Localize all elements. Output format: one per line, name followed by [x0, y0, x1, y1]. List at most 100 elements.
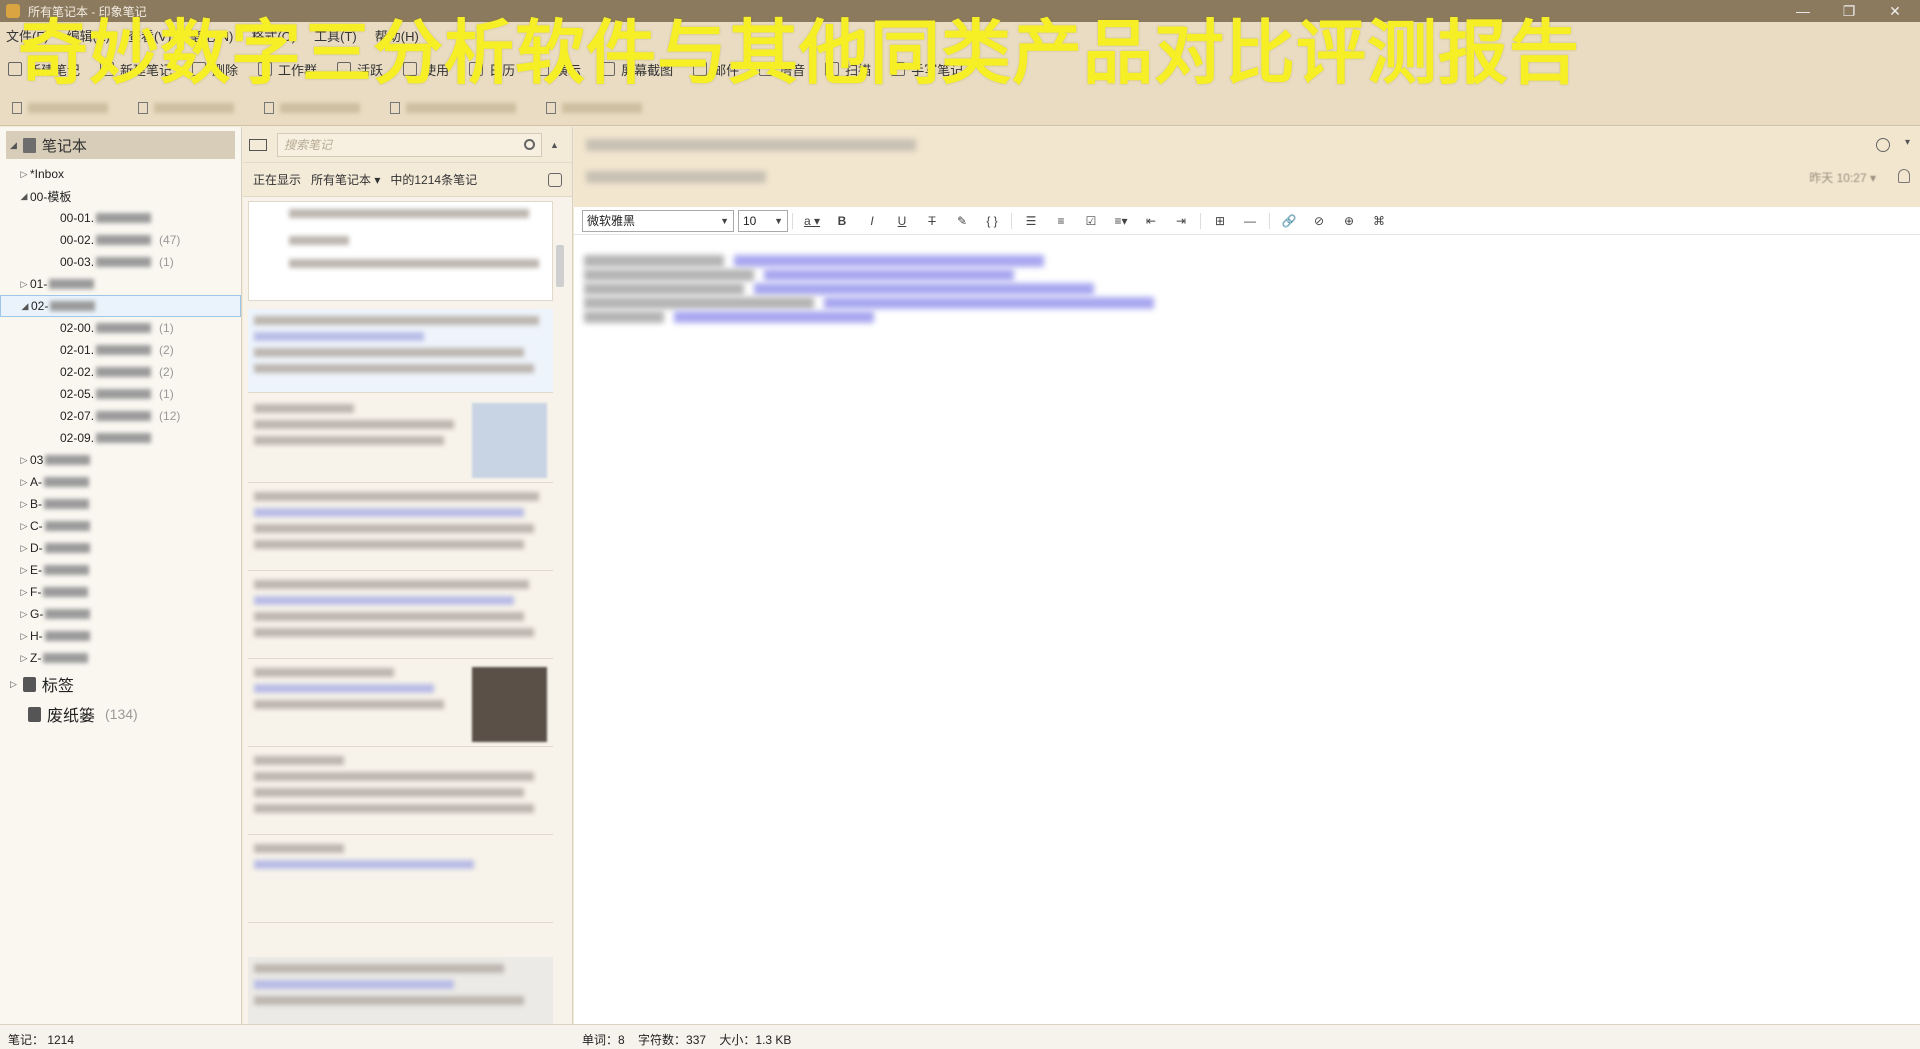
content-line-redacted [584, 255, 1910, 267]
collapse-arrow-icon[interactable]: ◢ [18, 191, 30, 202]
note-card[interactable] [248, 309, 553, 393]
note-tags-redacted[interactable] [586, 171, 766, 183]
collapse-arrow-icon[interactable]: ◢ [19, 301, 31, 312]
note-timestamp[interactable]: 昨天 10:27 ▾ [1809, 169, 1876, 186]
sidebar-notebook-item[interactable]: 02-05. (1) [0, 383, 241, 405]
expand-arrow-icon[interactable]: ▷ [18, 653, 30, 664]
sidebar-notebook-item[interactable]: ▷ C- [0, 515, 241, 537]
note-text-redacted [254, 996, 524, 1005]
sidebar-notebook-item[interactable]: ▷ F- [0, 581, 241, 603]
sidebar-notebook-item[interactable]: ▷ G- [0, 603, 241, 625]
search-input[interactable]: 搜索笔记 [277, 132, 542, 157]
sidebar-notebook-item[interactable]: 02-09. [0, 427, 241, 449]
notes-count-status: 笔记： 1214 [8, 1033, 75, 1047]
search-icon[interactable] [524, 139, 535, 150]
link-icon[interactable]: 🔗 [1274, 214, 1304, 228]
shortcut-item[interactable] [138, 101, 234, 114]
sidebar-notebook-item[interactable]: 02-00. (1) [0, 317, 241, 339]
expand-arrow-icon[interactable]: ▷ [18, 543, 30, 554]
sidebar-notebook-item[interactable]: ▷ A- [0, 471, 241, 493]
sidebar-notebook-item[interactable]: 02-07. (12) [0, 405, 241, 427]
view-mode-icon[interactable] [249, 138, 267, 151]
checkbox-icon[interactable]: ☑ [1076, 214, 1106, 228]
expand-arrow-icon[interactable]: ▷ [18, 279, 30, 290]
italic-icon[interactable]: I [857, 214, 887, 228]
sidebar-notebook-item[interactable]: 02-01. (2) [0, 339, 241, 361]
note-title-redacted [254, 964, 504, 973]
expand-arrow-icon[interactable]: ▷ [18, 609, 30, 620]
expand-arrow-icon[interactable]: ▷ [18, 455, 30, 466]
sidebar-notebook-label: Z- [30, 651, 42, 665]
unlink-icon[interactable]: ⊘ [1304, 214, 1334, 228]
sidebar-notebook-item[interactable]: ▷ *Inbox [0, 163, 241, 185]
collapse-list-icon[interactable]: ▲ [550, 140, 559, 150]
sidebar-notebook-item[interactable]: ▷ D- [0, 537, 241, 559]
tags-section[interactable]: ▷ 标签 [0, 669, 241, 699]
bold-icon[interactable]: B [827, 214, 857, 228]
collapse-arrow-icon[interactable]: ◢ [10, 140, 17, 151]
expand-arrow-icon[interactable]: ▷ [18, 477, 30, 488]
expand-arrow-icon[interactable]: ▷ [10, 679, 17, 690]
font-size-select[interactable]: 10 ▼ [738, 209, 788, 232]
horizontal-rule-icon[interactable]: — [1235, 214, 1265, 228]
shortcut-key-icon[interactable]: ⌘ [1364, 214, 1394, 228]
indent-icon[interactable]: ⇥ [1166, 214, 1196, 228]
highlight-icon[interactable]: ✎ [947, 214, 977, 228]
note-card[interactable] [248, 837, 553, 923]
note-card[interactable] [248, 397, 553, 483]
encrypt-icon[interactable]: ⊕ [1334, 214, 1364, 228]
outdent-icon[interactable]: ⇤ [1136, 214, 1166, 228]
expand-arrow-icon[interactable]: ▷ [18, 521, 30, 532]
sidebar-notebook-item[interactable]: ▷ B- [0, 493, 241, 515]
content-line-redacted [584, 297, 1910, 309]
sidebar-notebook-item[interactable]: ◢ 02- [0, 295, 241, 317]
sidebar-notebook-item[interactable]: 00-02. (47) [0, 229, 241, 251]
sidebar-notebook-item[interactable]: ▷ 01- [0, 273, 241, 295]
numbered-list-icon[interactable]: ≡ [1046, 214, 1076, 228]
person-icon[interactable] [1898, 169, 1910, 183]
more-options-icon[interactable]: ▾ [1905, 137, 1910, 148]
font-size-value: 10 [743, 213, 757, 228]
note-card[interactable] [248, 201, 553, 301]
note-card[interactable] [248, 485, 553, 571]
shortcut-item[interactable] [12, 101, 108, 114]
sidebar-notebook-item[interactable]: ▷ 03 [0, 449, 241, 471]
expand-arrow-icon[interactable]: ▷ [18, 169, 30, 180]
font-family-select[interactable]: 微软雅黑 ▼ [582, 209, 734, 232]
note-list-scrollbar[interactable] [556, 245, 564, 287]
shortcut-item[interactable] [264, 101, 360, 114]
note-card[interactable] [248, 573, 553, 659]
sidebar-notebook-item[interactable]: 00-03. (1) [0, 251, 241, 273]
table-icon[interactable]: ⊞ [1205, 214, 1235, 228]
sidebar-notebook-item[interactable]: ▷ Z- [0, 647, 241, 669]
note-title-redacted [254, 668, 394, 677]
font-color-icon[interactable]: a ▾ [797, 214, 827, 228]
expand-arrow-icon[interactable]: ▷ [18, 587, 30, 598]
filter-notebook-dropdown[interactable]: 所有笔记本 ▾ [311, 171, 380, 188]
code-icon[interactable]: { } [977, 214, 1007, 228]
sidebar-notebook-item[interactable]: 02-02. (2) [0, 361, 241, 383]
notebooks-header[interactable]: ◢ 笔记本 [6, 131, 235, 159]
shortcut-bar [0, 90, 1920, 126]
underline-icon[interactable]: U [887, 214, 917, 228]
expand-arrow-icon[interactable]: ▷ [18, 631, 30, 642]
note-card[interactable] [248, 749, 553, 835]
sidebar-notebook-item[interactable]: 00-01. [0, 207, 241, 229]
shortcut-item[interactable] [390, 101, 516, 114]
align-icon[interactable]: ≡▾ [1106, 214, 1136, 228]
expand-arrow-icon[interactable]: ▷ [18, 499, 30, 510]
shortcut-item[interactable] [546, 101, 642, 114]
sidebar-notebook-item[interactable]: ▷ H- [0, 625, 241, 647]
share-icon[interactable] [548, 172, 562, 187]
bullet-list-icon[interactable]: ☰ [1016, 214, 1046, 228]
sidebar-notebook-item[interactable]: ◢ 00-模板 [0, 185, 241, 207]
sidebar-notebook-item[interactable]: ▷ E- [0, 559, 241, 581]
strikethrough-icon[interactable]: T [917, 214, 947, 228]
info-icon[interactable] [1876, 138, 1890, 152]
expand-arrow-icon[interactable]: ▷ [18, 565, 30, 576]
note-title-redacted[interactable] [586, 139, 916, 151]
note-card[interactable] [248, 661, 553, 747]
trash-section[interactable]: 废纸篓 (134) [0, 699, 241, 729]
note-icon [138, 101, 148, 114]
note-content[interactable] [574, 235, 1920, 341]
